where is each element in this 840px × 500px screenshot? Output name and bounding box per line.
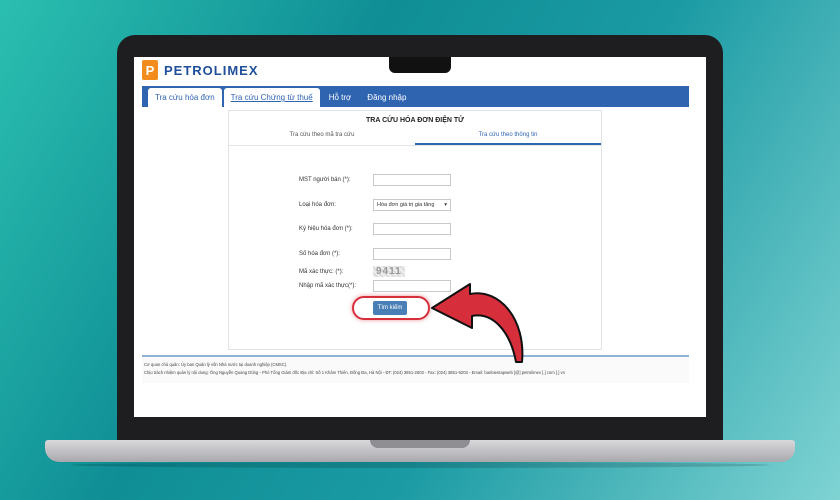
camera-notch bbox=[389, 57, 451, 73]
tab-login[interactable]: Đăng nhập bbox=[360, 88, 413, 107]
invoice-symbol-input[interactable] bbox=[373, 223, 451, 235]
captcha-label: Mã xác thực: (*): bbox=[299, 268, 344, 275]
logo-text: PETROLIMEX bbox=[164, 62, 259, 78]
tab-tax-document-lookup[interactable]: Tra cứu Chứng từ thuế bbox=[223, 88, 320, 107]
captcha-image: 9411 bbox=[373, 266, 405, 277]
mst-input[interactable] bbox=[373, 174, 451, 186]
search-button[interactable]: Tìm kiếm bbox=[373, 301, 407, 315]
mst-label: MST người bán (*): bbox=[299, 177, 351, 183]
subtab-by-code[interactable]: Tra cứu theo mã tra cứu bbox=[229, 132, 415, 145]
panel-title: TRA CỨU HÓA ĐƠN ĐIỆN TỬ bbox=[366, 117, 464, 124]
laptop-shadow bbox=[70, 462, 770, 468]
subtab-by-info[interactable]: Tra cứu theo thông tin bbox=[415, 132, 601, 145]
laptop-base-notch bbox=[370, 440, 470, 448]
invoice-type-select[interactable]: Hóa đơn giá trị gia tăng ▾ bbox=[373, 199, 451, 211]
captcha-input-row: Nhập mã xác thực(*): bbox=[299, 280, 451, 292]
invoice-symbol-label: Ký hiệu hóa đơn (*): bbox=[299, 226, 353, 232]
invoice-type-value: Hóa đơn giá trị gia tăng bbox=[377, 202, 435, 208]
petrolimex-logo-icon: P bbox=[142, 60, 158, 80]
tab-support[interactable]: Hỗ trợ bbox=[322, 88, 359, 107]
lookup-subtabs: Tra cứu theo mã tra cứu Tra cứu theo thô… bbox=[229, 132, 601, 146]
invoice-number-input[interactable] bbox=[373, 248, 451, 260]
captcha-input-label: Nhập mã xác thực(*): bbox=[299, 283, 357, 289]
invoice-number-row: Số hóa đơn (*): bbox=[299, 248, 451, 260]
mst-row: MST người bán (*): bbox=[299, 174, 451, 186]
tab-invoice-lookup[interactable]: Tra cứu hóa đơn bbox=[148, 88, 222, 107]
invoice-type-label: Loại hóa đơn: bbox=[299, 202, 336, 208]
browser-screen: P PETROLIMEX Tra cứu hóa đơn Tra cứu Chứ… bbox=[134, 57, 706, 417]
petrolimex-logo[interactable]: P PETROLIMEX bbox=[142, 60, 259, 80]
footer-line-1: Cơ quan chủ quản: Ủy ban Quản lý vốn Nhà… bbox=[144, 362, 288, 367]
invoice-symbol-row: Ký hiệu hóa đơn (*): bbox=[299, 223, 451, 235]
main-nav: Tra cứu hóa đơn Tra cứu Chứng từ thuế Hỗ… bbox=[142, 86, 689, 107]
site-footer: Cơ quan chủ quản: Ủy ban Quản lý vốn Nhà… bbox=[142, 355, 689, 383]
red-pointer-arrow-icon bbox=[431, 283, 524, 363]
captcha-row: Mã xác thực: (*): 9411 bbox=[299, 266, 405, 277]
invoice-type-row: Loại hóa đơn: Hóa đơn giá trị gia tăng ▾ bbox=[299, 199, 451, 211]
invoice-number-label: Số hóa đơn (*): bbox=[299, 251, 340, 257]
footer-line-2: Chịu trách nhiệm quản lý nội dung: Ông N… bbox=[144, 369, 565, 375]
chevron-down-icon: ▾ bbox=[444, 202, 447, 208]
